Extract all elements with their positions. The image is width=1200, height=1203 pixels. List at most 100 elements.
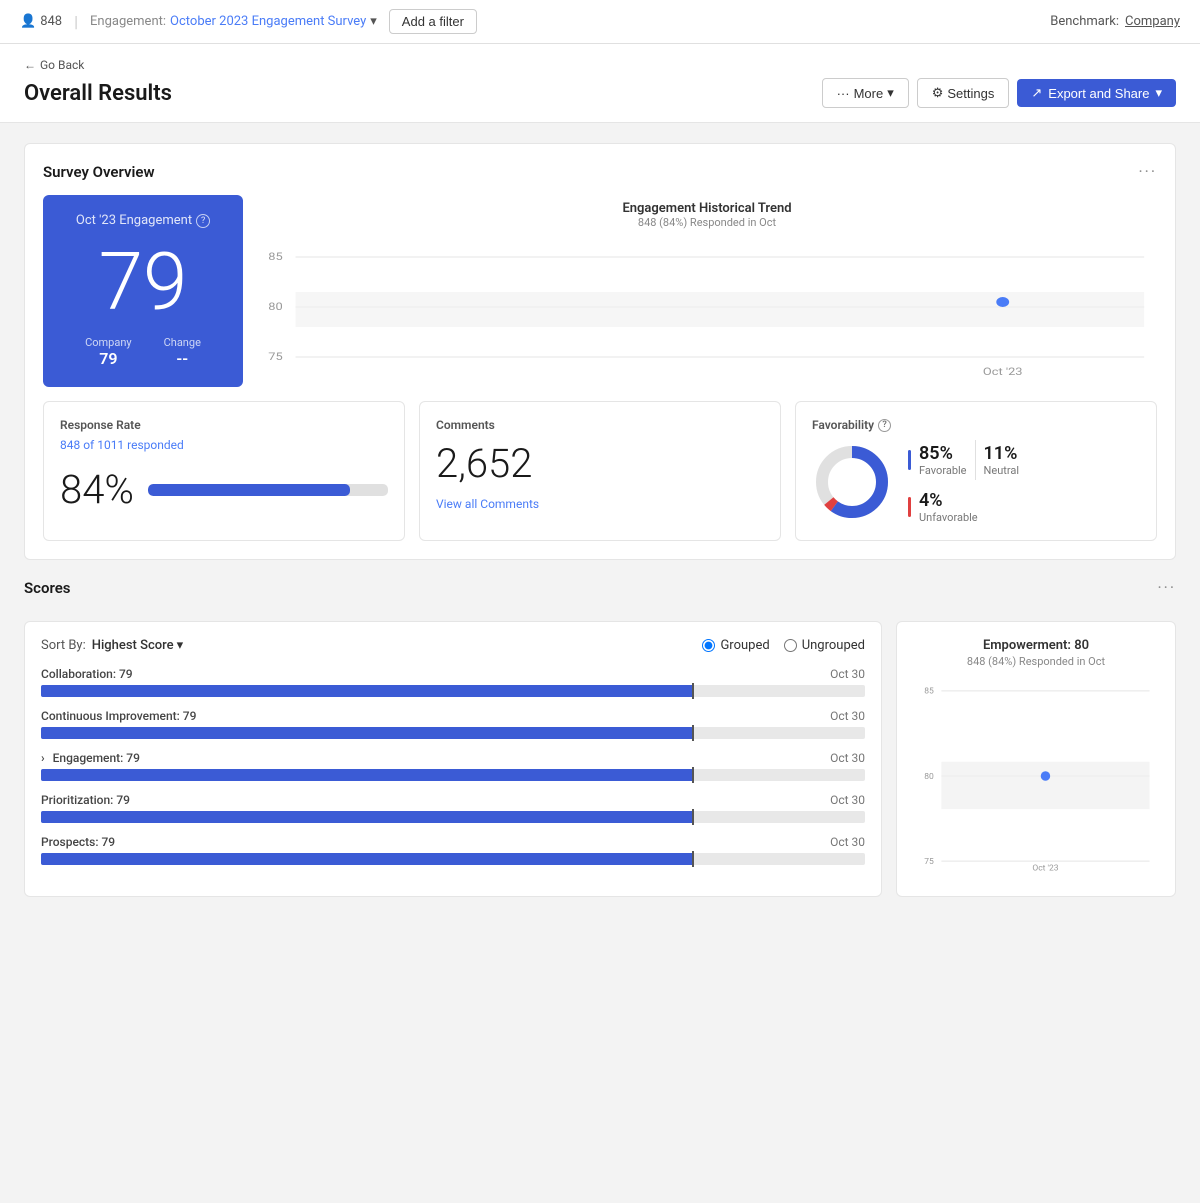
export-share-button[interactable]: ↗ Export and Share ▾ xyxy=(1017,79,1176,107)
favorability-card: Favorability ? xyxy=(795,401,1157,541)
response-bar-fill xyxy=(148,484,350,496)
engagement-value[interactable]: October 2023 Engagement Survey xyxy=(170,14,366,29)
response-pct: 84% xyxy=(60,466,134,513)
scores-title: Scores xyxy=(24,579,71,597)
chevron-down-icon: ▾ xyxy=(1155,85,1162,101)
svg-text:80: 80 xyxy=(924,772,934,782)
scores-layout: Sort By: Highest Score ▾ Grouped xyxy=(24,621,1176,897)
sort-by-value[interactable]: Highest Score ▾ xyxy=(92,638,183,653)
score-item-label[interactable]: › Engagement: 79 xyxy=(41,751,140,765)
comments-label: Comments xyxy=(436,418,764,432)
share-icon: ↗ xyxy=(1031,85,1042,101)
ungrouped-radio[interactable] xyxy=(784,639,797,652)
engagement-meta: Company 79 Change -- xyxy=(85,336,201,368)
scores-section: Scores ··· Sort By: Highest Score ▾ xyxy=(24,578,1176,897)
scores-left-panel: Sort By: Highest Score ▾ Grouped xyxy=(24,621,882,897)
page-header-row: Overall Results ··· More ▾ ⚙ Settings ↗ … xyxy=(24,78,1176,122)
score-bar-wrap xyxy=(41,769,865,781)
svg-text:75: 75 xyxy=(924,857,934,867)
score-item-label: Continuous Improvement: 79 xyxy=(41,709,196,723)
ellipsis-icon: ··· xyxy=(837,86,850,101)
score-item-date: Oct 30 xyxy=(830,835,865,849)
page-header: ← Go Back Overall Results ··· More ▾ ⚙ S… xyxy=(0,44,1200,123)
score-item-date: Oct 30 xyxy=(830,793,865,807)
score-bar-wrap xyxy=(41,727,865,739)
score-item-label: Collaboration: 79 xyxy=(41,667,133,681)
survey-overview-grid: Oct '23 Engagement ? 79 Company 79 Chang… xyxy=(43,195,1157,387)
top-bar-left: 👤 848 | Engagement: October 2023 Engagem… xyxy=(20,9,1038,34)
scores-controls: Sort By: Highest Score ▾ Grouped xyxy=(41,638,865,653)
view-comments-link[interactable]: View all Comments xyxy=(436,497,764,511)
chevron-down-icon: ▾ xyxy=(887,85,894,101)
benchmark-link[interactable]: Company xyxy=(1125,14,1180,29)
survey-overview-section: Survey Overview ··· Oct '23 Engagement ?… xyxy=(24,143,1176,560)
score-item: › Engagement: 79 Oct 30 xyxy=(41,751,865,781)
scores-right-panel: Empowerment: 80 848 (84%) Responded in O… xyxy=(896,621,1176,897)
grouped-option[interactable]: Grouped xyxy=(702,638,769,653)
score-item: Continuous Improvement: 79 Oct 30 xyxy=(41,709,865,739)
user-count-value: 848 xyxy=(40,14,62,29)
add-filter-button[interactable]: Add a filter xyxy=(389,9,477,34)
back-arrow-icon: ← xyxy=(24,58,36,72)
ungrouped-option[interactable]: Ungrouped xyxy=(784,638,865,653)
settings-button[interactable]: ⚙ Settings xyxy=(917,78,1010,108)
user-count: 👤 848 xyxy=(20,14,62,29)
svg-text:Oct '23: Oct '23 xyxy=(983,365,1023,377)
go-back-button[interactable]: ← Go Back xyxy=(24,58,1176,72)
score-item-date: Oct 30 xyxy=(830,709,865,723)
main-content: Survey Overview ··· Oct '23 Engagement ?… xyxy=(0,123,1200,917)
svg-text:85: 85 xyxy=(268,250,283,262)
score-item: Prospects: 79 Oct 30 xyxy=(41,835,865,865)
bottom-cards: Response Rate 848 of 1011 responded 84% … xyxy=(43,401,1157,541)
trend-title: Engagement Historical Trend xyxy=(257,201,1157,216)
score-bar-wrap xyxy=(41,811,865,823)
score-bar-fill xyxy=(41,685,692,697)
section-more-button[interactable]: ··· xyxy=(1138,162,1157,181)
svg-text:80: 80 xyxy=(268,300,282,312)
right-panel-subtitle: 848 (84%) Responded in Oct xyxy=(913,655,1159,668)
response-link[interactable]: 848 of 1011 responded xyxy=(60,438,184,452)
score-item: Collaboration: 79 Oct 30 xyxy=(41,667,865,697)
trend-panel: Engagement Historical Trend 848 (84%) Re… xyxy=(257,195,1157,387)
sort-by: Sort By: Highest Score ▾ xyxy=(41,638,183,653)
svg-text:Oct '23: Oct '23 xyxy=(1032,864,1058,874)
header-actions: ··· More ▾ ⚙ Settings ↗ Export and Share… xyxy=(822,78,1176,108)
score-bar-fill xyxy=(41,853,692,865)
scores-more-button[interactable]: ··· xyxy=(1157,578,1176,597)
response-rate-label: Response Rate xyxy=(60,418,388,432)
score-bar-marker xyxy=(692,725,694,741)
score-items-container: Collaboration: 79 Oct 30 Continuous Impr… xyxy=(41,667,865,865)
donut-chart xyxy=(812,442,892,522)
score-bar-wrap xyxy=(41,853,865,865)
top-bar-right: Benchmark: Company xyxy=(1050,14,1180,29)
trend-subtitle: 848 (84%) Responded in Oct xyxy=(257,216,1157,229)
svg-text:75: 75 xyxy=(268,350,283,362)
score-bar-fill xyxy=(41,769,692,781)
score-bar-marker xyxy=(692,683,694,699)
grouped-radio[interactable] xyxy=(702,639,715,652)
engagement-score: 79 xyxy=(99,242,188,322)
right-panel-chart: 85 80 75 Oct '23 xyxy=(913,676,1159,876)
company-meta: Company 79 xyxy=(85,336,132,368)
favorable-item: 85% Favorable xyxy=(919,443,967,477)
chevron-down-icon: ▾ xyxy=(370,14,377,29)
response-bar-track xyxy=(148,484,388,496)
engagement-label: Engagement: xyxy=(90,14,166,29)
user-icon: 👤 xyxy=(20,14,36,29)
unfavorable-bar xyxy=(908,497,911,517)
top-bar: 👤 848 | Engagement: October 2023 Engagem… xyxy=(0,0,1200,44)
favorability-label: Favorability ? xyxy=(812,418,1140,432)
engagement-card-title: Oct '23 Engagement ? xyxy=(76,213,210,228)
score-bar-fill xyxy=(41,727,692,739)
more-button[interactable]: ··· More ▾ xyxy=(822,78,909,108)
svg-text:85: 85 xyxy=(924,687,934,697)
score-item-label: Prospects: 79 xyxy=(41,835,115,849)
score-item-date: Oct 30 xyxy=(830,667,865,681)
fav-divider xyxy=(975,440,976,480)
info-icon: ? xyxy=(196,214,210,228)
unfavorable-item: 4% Unfavorable xyxy=(919,490,978,524)
expand-icon[interactable]: › xyxy=(41,751,45,765)
favorability-content: 85% Favorable 11% Neutral xyxy=(812,440,1140,524)
scores-section-header: Scores ··· xyxy=(24,578,1176,607)
group-options: Grouped Ungrouped xyxy=(702,638,865,653)
